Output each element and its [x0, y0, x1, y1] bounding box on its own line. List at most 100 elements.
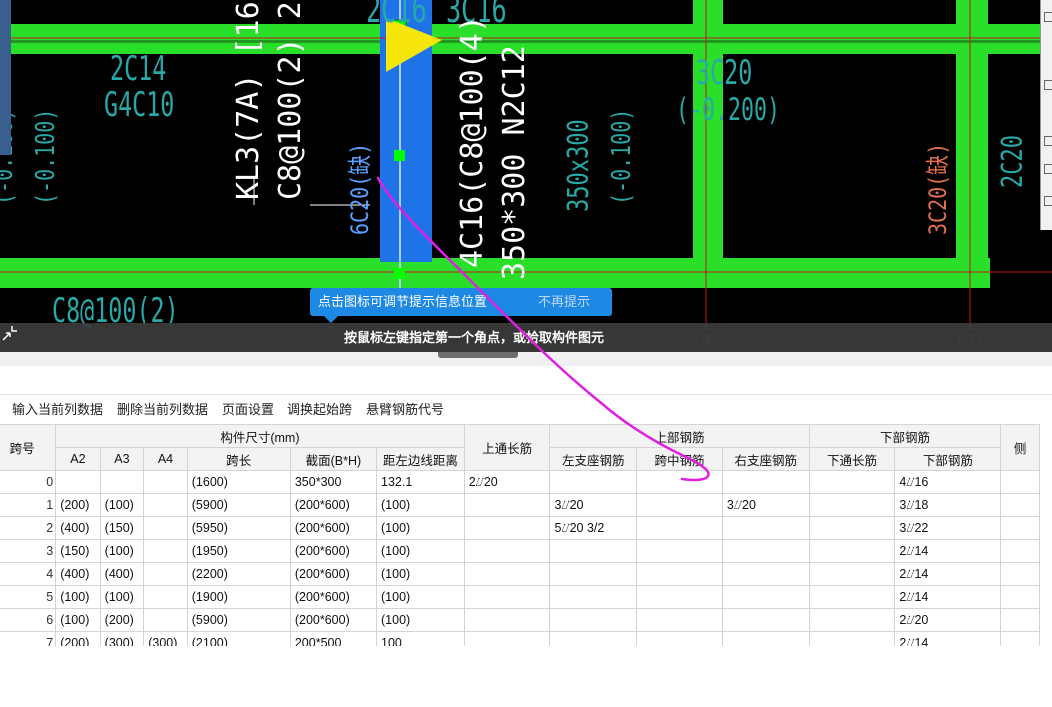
cell-span-length[interactable]: (2100): [186, 631, 291, 646]
cell-side[interactable]: [1000, 562, 1040, 586]
cell-left-support[interactable]: 5⌰20 3/2: [549, 516, 638, 540]
cell-span-no[interactable]: 7: [0, 631, 57, 646]
cell-a3[interactable]: (150): [99, 516, 145, 540]
cell-right-support[interactable]: [721, 562, 810, 586]
cell-bottom-bars[interactable]: 2⌰14: [894, 585, 1002, 609]
cell-bottom-bars[interactable]: 2⌰14: [894, 562, 1002, 586]
table-row[interactable]: 7 (200) (300) (300) (2100) 200*500 100 2⌰14: [0, 631, 1040, 646]
cell-bottom-through[interactable]: [808, 539, 896, 563]
cell-left-support[interactable]: [549, 562, 638, 586]
table-row[interactable]: 4 (400) (400) (2200) (200*600) (100) 2⌰14: [0, 562, 1040, 586]
cell-edge-distance[interactable]: (100): [376, 493, 465, 517]
beam-vertical-5[interactable]: [956, 0, 988, 288]
panel-checkbox-icon[interactable]: [1044, 136, 1052, 146]
cell-a2[interactable]: (150): [55, 539, 101, 563]
cell-section[interactable]: (200*600): [289, 608, 378, 632]
cell-top-through[interactable]: [463, 562, 551, 586]
cell-a2[interactable]: (200): [55, 493, 101, 517]
cell-span-length[interactable]: (1900): [186, 585, 291, 609]
cell-a3[interactable]: (200): [99, 608, 145, 632]
cell-bottom-bars[interactable]: 3⌰18: [894, 493, 1002, 517]
grip-handle-mid[interactable]: [394, 150, 405, 161]
table-row[interactable]: 2 (400) (150) (5950) (200*600) (100) 5⌰20 3/2 3…: [0, 516, 1040, 540]
delete-current-column-button[interactable]: 删除当前列数据: [117, 398, 208, 422]
cell-side[interactable]: [1000, 516, 1040, 540]
panel-checkbox-icon[interactable]: [1044, 80, 1052, 90]
cell-a4[interactable]: [143, 470, 188, 494]
cell-mid-span[interactable]: [636, 470, 723, 494]
panel-checkbox-icon[interactable]: [1044, 12, 1052, 22]
grip-handle-bottom[interactable]: [394, 268, 405, 279]
cell-a4[interactable]: [143, 585, 188, 609]
cell-a2[interactable]: (100): [55, 585, 101, 609]
cell-right-support[interactable]: 3⌰20: [721, 493, 810, 517]
cell-left-support[interactable]: [549, 631, 638, 646]
cell-mid-span[interactable]: [636, 562, 723, 586]
cell-top-through[interactable]: 2⌰20: [463, 470, 551, 494]
cell-mid-span[interactable]: [636, 608, 723, 632]
hint-tooltip[interactable]: 点击图标可调节提示信息位置 不再提示: [310, 288, 612, 323]
cell-left-support[interactable]: [549, 539, 638, 563]
cell-a4[interactable]: [143, 516, 188, 540]
cell-span-length[interactable]: (1600): [186, 470, 291, 494]
cell-bottom-through[interactable]: [808, 493, 896, 517]
cell-top-through[interactable]: [463, 493, 551, 517]
cell-side[interactable]: [1000, 470, 1040, 494]
cad-canvas[interactable]: 4 5 2C16 3C16 2C14 G4C10 (-0.100) (-0.10…: [0, 0, 1052, 352]
cell-span-length[interactable]: (2200): [186, 562, 291, 586]
cell-a4[interactable]: [143, 539, 188, 563]
cell-a2[interactable]: (400): [55, 562, 101, 586]
swap-start-span-button[interactable]: 调换起始跨: [287, 398, 352, 422]
cell-bottom-through[interactable]: [808, 562, 896, 586]
cell-section[interactable]: 350*300: [289, 470, 378, 494]
cell-a3[interactable]: (100): [99, 585, 145, 609]
cell-a4[interactable]: [143, 608, 188, 632]
cell-a3[interactable]: (100): [99, 539, 145, 563]
cell-a2[interactable]: [55, 470, 101, 494]
cell-bottom-bars[interactable]: 2⌰20: [894, 608, 1002, 632]
cell-a2[interactable]: (200): [55, 631, 101, 646]
cell-span-length[interactable]: (5900): [186, 493, 291, 517]
cell-bottom-through[interactable]: [808, 470, 896, 494]
cell-edge-distance[interactable]: 100: [376, 631, 465, 646]
cell-a4[interactable]: [143, 493, 188, 517]
cell-bottom-bars[interactable]: 3⌰22: [894, 516, 1002, 540]
cell-mid-span[interactable]: [636, 493, 723, 517]
cell-top-through[interactable]: [463, 585, 551, 609]
cell-mid-span[interactable]: [636, 585, 723, 609]
cell-left-support[interactable]: 3⌰20: [549, 493, 638, 517]
cell-a3[interactable]: [99, 470, 145, 494]
cell-top-through[interactable]: [463, 608, 551, 632]
cell-span-no[interactable]: 1: [0, 493, 57, 517]
beam-rebar-table[interactable]: 跨号 构件尺寸(mm) 上通长筋 上部钢筋 下部钢筋 侧 A2 A3 A4 跨长…: [0, 424, 1052, 646]
cell-side[interactable]: [1000, 608, 1040, 632]
cell-a2[interactable]: (100): [55, 608, 101, 632]
cell-edge-distance[interactable]: (100): [376, 516, 465, 540]
cell-a4[interactable]: [143, 562, 188, 586]
cell-section[interactable]: 200*500: [289, 631, 378, 646]
page-settings-button[interactable]: 页面设置: [222, 398, 274, 422]
cell-edge-distance[interactable]: (100): [376, 539, 465, 563]
cell-a3[interactable]: (100): [99, 493, 145, 517]
table-row[interactable]: 5 (100) (100) (1900) (200*600) (100) 2⌰14: [0, 585, 1040, 609]
cell-left-support[interactable]: [549, 470, 638, 494]
cell-right-support[interactable]: [721, 470, 810, 494]
panel-checkbox-icon[interactable]: [1044, 164, 1052, 174]
cell-edge-distance[interactable]: 132.1: [376, 470, 465, 494]
cell-bottom-through[interactable]: [808, 608, 896, 632]
cell-left-support[interactable]: [549, 585, 638, 609]
cell-edge-distance[interactable]: (100): [376, 562, 465, 586]
cell-bottom-bars[interactable]: 4⌰16: [894, 470, 1002, 494]
cell-right-support[interactable]: [721, 516, 810, 540]
table-row[interactable]: 1 (200) (100) (5900) (200*600) (100) 3⌰20 3⌰20 3…: [0, 493, 1040, 517]
cell-span-no[interactable]: 3: [0, 539, 57, 563]
cantilever-rebar-code-button[interactable]: 悬臂钢筋代号: [366, 398, 444, 422]
cell-mid-span[interactable]: [636, 539, 723, 563]
cell-section[interactable]: (200*600): [289, 516, 378, 540]
beam-vertical-4[interactable]: [693, 0, 723, 288]
table-row[interactable]: 6 (100) (200) (5900) (200*600) (100) 2⌰20: [0, 608, 1040, 632]
table-row[interactable]: 0 (1600) 350*300 132.1 2⌰20 4⌰16: [0, 470, 1040, 494]
cell-right-support[interactable]: [721, 608, 810, 632]
cell-side[interactable]: [1000, 631, 1040, 646]
cell-span-length[interactable]: (1950): [186, 539, 291, 563]
